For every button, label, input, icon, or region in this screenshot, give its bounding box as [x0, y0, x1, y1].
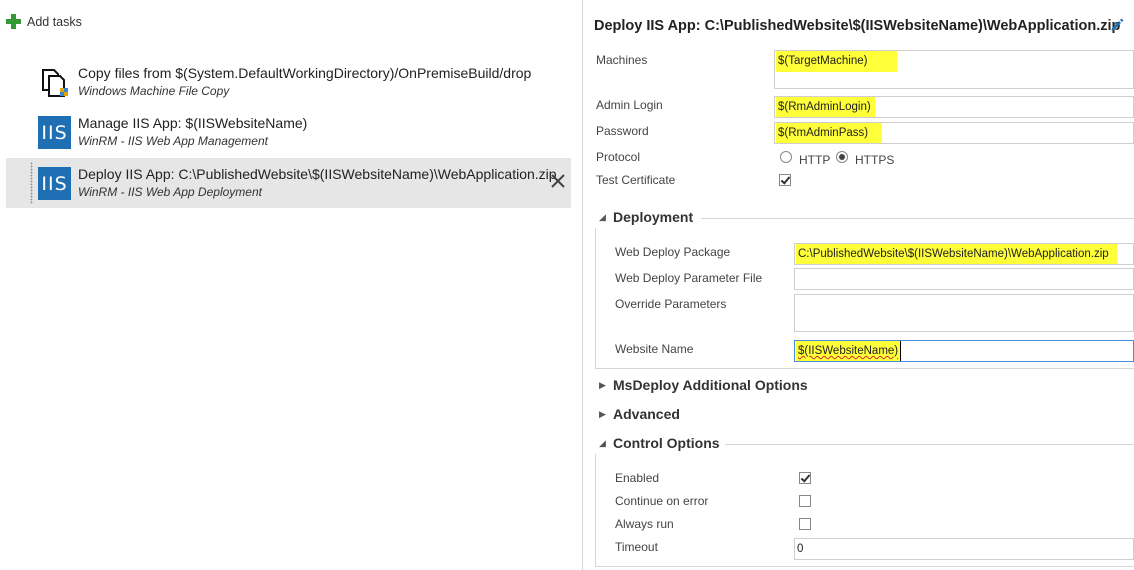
caret-right-icon: ▶: [599, 408, 606, 419]
web-deploy-parameter-file-label: Web Deploy Parameter File: [615, 271, 763, 285]
control-options-section-toggle[interactable]: ◢ Control Options: [599, 435, 720, 451]
task-item-deploy-iis[interactable]: IIS Deploy IIS App: C:\PublishedWebsite\…: [6, 158, 571, 208]
always-run-checkbox[interactable]: [799, 518, 811, 530]
web-deploy-package-field[interactable]: C:\PublishedWebsite\$(IISWebsiteName)\We…: [794, 243, 1134, 265]
plus-icon: [6, 14, 21, 29]
section-divider: [595, 566, 1134, 567]
file-copy-icon: [38, 66, 71, 99]
override-parameters-field[interactable]: [794, 294, 1134, 332]
password-value: $(RmAdminPass): [776, 123, 883, 143]
msdeploy-section-toggle[interactable]: ▶ MsDeploy Additional Options: [599, 377, 808, 393]
task-title: Deploy IIS App: C:\PublishedWebsite\$(II…: [78, 166, 557, 182]
advanced-section-toggle[interactable]: ▶ Advanced: [599, 406, 680, 422]
task-subtitle: WinRM - IIS Web App Management: [78, 134, 268, 148]
web-deploy-package-value: C:\PublishedWebsite\$(IISWebsiteName)\We…: [796, 244, 1117, 264]
task-subtitle: Windows Machine File Copy: [78, 84, 230, 98]
protocol-label: Protocol: [596, 150, 641, 164]
website-name-field[interactable]: $(IISWebsiteName): [794, 340, 1134, 362]
task-subtitle: WinRM - IIS Web App Deployment: [78, 185, 262, 199]
section-title: Deployment: [613, 209, 694, 225]
website-name-value: $(IISWebsiteName): [796, 341, 902, 361]
close-icon[interactable]: [549, 172, 567, 190]
override-parameters-label: Override Parameters: [615, 297, 727, 311]
timeout-field[interactable]: 0: [794, 538, 1134, 560]
task-list-panel: Add tasks Copy files from $(System.Defau…: [0, 0, 582, 570]
timeout-value: 0: [797, 543, 804, 555]
iis-icon: IIS: [38, 116, 71, 149]
task-detail-panel: Deploy IIS App: C:\PublishedWebsite\$(II…: [583, 0, 1134, 570]
pencil-icon[interactable]: [1110, 18, 1124, 32]
section-title: Control Options: [613, 435, 720, 451]
protocol-http-label: HTTP: [799, 153, 831, 167]
section-divider: [725, 444, 1134, 445]
page-title: Deploy IIS App: C:\PublishedWebsite\$(II…: [594, 18, 1121, 34]
protocol-https-label: HTTPS: [855, 153, 895, 167]
section-divider: [701, 218, 1134, 219]
test-certificate-label: Test Certificate: [596, 173, 676, 187]
section-divider: [595, 368, 1134, 369]
test-certificate-checkbox[interactable]: [779, 174, 791, 186]
protocol-https-radio[interactable]: [836, 151, 848, 163]
task-item-manage-iis[interactable]: IIS Manage IIS App: $(IISWebsiteName) Wi…: [6, 107, 571, 157]
protocol-http-radio[interactable]: [780, 151, 792, 163]
add-tasks-button[interactable]: Add tasks: [6, 14, 82, 29]
section-border: [595, 454, 596, 566]
always-run-label: Always run: [615, 517, 674, 531]
password-field[interactable]: $(RmAdminPass): [774, 122, 1134, 144]
section-title: Advanced: [613, 406, 680, 422]
enabled-label: Enabled: [615, 471, 660, 485]
add-tasks-label: Add tasks: [27, 14, 82, 29]
section-title: MsDeploy Additional Options: [613, 377, 808, 393]
enabled-checkbox[interactable]: [799, 472, 811, 484]
caret-down-icon: ◢: [599, 437, 606, 448]
password-label: Password: [596, 124, 649, 138]
machines-label: Machines: [596, 53, 648, 67]
admin-login-field[interactable]: $(RmAdminLogin): [774, 96, 1134, 118]
task-item-copy-files[interactable]: Copy files from $(System.DefaultWorkingD…: [6, 57, 571, 107]
machines-field[interactable]: $(TargetMachine): [774, 50, 1134, 89]
admin-login-value: $(RmAdminLogin): [776, 97, 875, 117]
continue-on-error-checkbox[interactable]: [799, 495, 811, 507]
task-title: Copy files from $(System.DefaultWorkingD…: [78, 65, 532, 81]
task-title: Manage IIS App: $(IISWebsiteName): [78, 115, 308, 131]
timeout-label: Timeout: [615, 540, 658, 554]
web-deploy-parameter-file-field[interactable]: [794, 268, 1134, 290]
machines-value: $(TargetMachine): [776, 51, 898, 72]
caret-right-icon: ▶: [599, 379, 606, 390]
deployment-section-toggle[interactable]: ◢ Deployment: [599, 209, 693, 225]
website-name-label: Website Name: [615, 342, 694, 356]
iis-icon: IIS: [38, 167, 71, 200]
continue-on-error-label: Continue on error: [615, 494, 709, 508]
admin-login-label: Admin Login: [596, 98, 663, 112]
web-deploy-package-label: Web Deploy Package: [615, 245, 731, 259]
section-border: [595, 228, 596, 368]
caret-down-icon: ◢: [599, 211, 606, 222]
